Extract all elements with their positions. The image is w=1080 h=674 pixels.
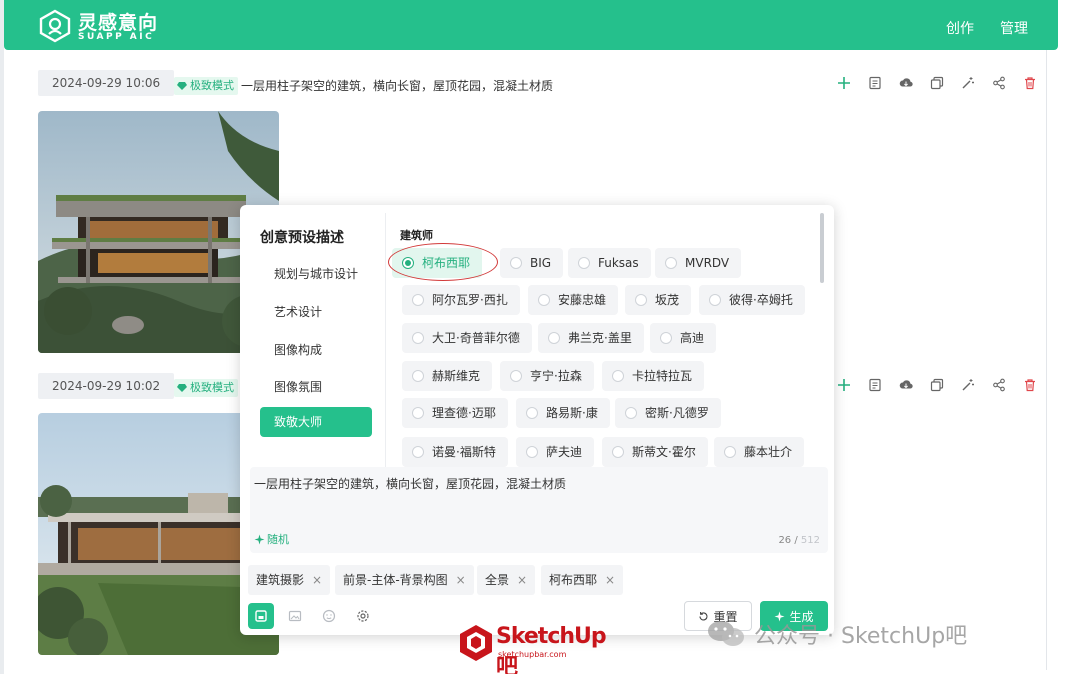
mode-badge: 极致模式 [174, 77, 238, 95]
magic-wand-icon[interactable] [961, 378, 975, 392]
delete-icon[interactable] [1023, 76, 1037, 90]
wechat-watermark-text: 公众号 · SketchUp吧 [754, 624, 968, 649]
char-count: 26 / 512 [778, 535, 820, 546]
brand-name: 灵感意向 [78, 12, 159, 34]
image-mode-icon[interactable] [248, 603, 274, 629]
category-planning[interactable]: 规划与城市设计 [274, 265, 358, 282]
preset-popup: 创意预设描述 规划与城市设计 艺术设计 图像构成 图像氛围 致敬大师 建筑师 柯… [240, 205, 834, 635]
prompt-textarea[interactable]: 一层用柱子架空的建筑，横向长窗，屋顶花园，混凝土材质 随机 26 / 512 [250, 467, 828, 553]
settings-icon[interactable] [350, 603, 376, 629]
nav-manage[interactable]: 管理 [1000, 18, 1028, 38]
remove-tag-icon[interactable]: × [312, 565, 322, 595]
app-window: 灵感意向 SUAPP AIC 创作 管理 2024-09-29 10:06 极致… [0, 0, 1080, 674]
brand-watermark-text: SketchUp吧 [496, 624, 607, 674]
architect-option[interactable]: 萨夫迪 [516, 437, 595, 467]
wechat-watermark: 公众号 · SketchUp吧 [706, 618, 967, 650]
share-icon[interactable] [992, 76, 1006, 90]
popup-divider [385, 213, 386, 467]
random-label: 随机 [267, 533, 289, 546]
category-art-design[interactable]: 艺术设计 [274, 303, 322, 320]
prompt-textarea-value: 一层用柱子架空的建筑，横向长窗，屋顶花园，混凝土材质 [254, 477, 567, 491]
left-edge [0, 0, 4, 674]
tag-chip: 全景 × [477, 565, 536, 595]
architect-option[interactable]: 藤本壮介 [714, 437, 805, 467]
sketchupbar-watermark: SketchUp吧 sketchupbar.com [458, 624, 624, 674]
category-composition[interactable]: 图像构成 [274, 341, 322, 358]
tag-chip: 建筑摄影 × [248, 565, 331, 595]
mode-badge-label: 极致模式 [190, 79, 234, 92]
detail-icon[interactable] [868, 76, 882, 90]
diamond-icon [177, 384, 187, 392]
architect-option[interactable]: 卡拉特拉瓦 [602, 361, 705, 391]
copy-icon[interactable] [930, 378, 944, 392]
architect-option[interactable]: 高迪 [650, 323, 717, 353]
random-button[interactable]: 随机 [254, 531, 289, 547]
diamond-icon [177, 82, 187, 90]
architect-option[interactable]: 理查德·迈耶 [402, 398, 508, 428]
record-date: 2024-09-29 10:02 [38, 373, 175, 399]
logo-icon [39, 9, 71, 43]
architect-option[interactable]: 彼得·卒姆托 [699, 285, 805, 315]
plus-icon[interactable] [837, 378, 851, 392]
record-date: 2024-09-29 10:06 [38, 70, 175, 96]
record-actions [837, 378, 1037, 392]
tag-chip: 柯布西耶 × [541, 565, 624, 595]
architect-option[interactable]: 阿尔瓦罗·西扎 [402, 285, 520, 315]
brand-watermark-url: sketchupbar.com [498, 650, 567, 659]
share-icon[interactable] [992, 378, 1006, 392]
wechat-icon [708, 621, 744, 646]
popup-title: 创意预设描述 [260, 230, 344, 246]
options-scrollbar[interactable] [820, 213, 824, 283]
right-divider [1046, 50, 1047, 670]
architect-option[interactable]: 密斯·凡德罗 [615, 398, 721, 428]
architect-option[interactable]: 斯蒂文·霍尔 [602, 437, 708, 467]
mode-badge-label: 极致模式 [190, 381, 234, 394]
architect-option[interactable]: 大卫·奇普菲尔德 [402, 323, 532, 353]
image-upload-icon[interactable] [282, 603, 308, 629]
record-prompt: 一层用柱子架空的建筑，横向长窗，屋顶花园，混凝土材质 [241, 79, 554, 93]
plus-icon[interactable] [837, 76, 851, 90]
copy-icon[interactable] [930, 76, 944, 90]
sparkle-icon [254, 534, 265, 544]
architect-option[interactable]: 弗兰克·盖里 [538, 323, 644, 353]
architect-option[interactable]: 安藤忠雄 [528, 285, 619, 315]
remove-tag-icon[interactable]: × [605, 565, 615, 595]
mode-badge: 极致模式 [174, 379, 238, 397]
top-header: 灵感意向 SUAPP AIC 创作 管理 [4, 0, 1058, 50]
face-icon[interactable] [316, 603, 342, 629]
architect-option[interactable]: BIG [500, 248, 564, 278]
brand-logo-icon [460, 625, 492, 661]
remove-tag-icon[interactable]: × [456, 565, 466, 595]
architect-option[interactable]: 亨宁·拉森 [500, 361, 594, 391]
highlight-annotation [388, 243, 498, 281]
architect-option[interactable]: 坂茂 [625, 285, 692, 315]
category-atmosphere[interactable]: 图像氛围 [274, 378, 322, 395]
architect-option[interactable]: Fuksas [568, 248, 651, 278]
brand-subtitle: SUAPP AIC [78, 32, 155, 42]
download-icon[interactable] [899, 378, 913, 392]
magic-wand-icon[interactable] [961, 76, 975, 90]
architect-section-label: 建筑师 [400, 229, 433, 242]
architect-option[interactable]: 诺曼·福斯特 [402, 437, 508, 467]
record-actions [837, 76, 1037, 90]
architect-option[interactable]: 路易斯·康 [516, 398, 610, 428]
detail-icon[interactable] [868, 378, 882, 392]
tag-chip: 前景-主体-背景构图 × [335, 565, 474, 595]
architect-option[interactable]: MVRDV [655, 248, 742, 278]
remove-tag-icon[interactable]: × [517, 565, 527, 595]
category-tribute-masters[interactable]: 致敬大师 [260, 407, 372, 437]
architect-option[interactable]: 赫斯维克 [402, 361, 493, 391]
right-margin [1046, 0, 1080, 674]
delete-icon[interactable] [1023, 378, 1037, 392]
download-icon[interactable] [899, 76, 913, 90]
nav-create[interactable]: 创作 [946, 18, 974, 38]
